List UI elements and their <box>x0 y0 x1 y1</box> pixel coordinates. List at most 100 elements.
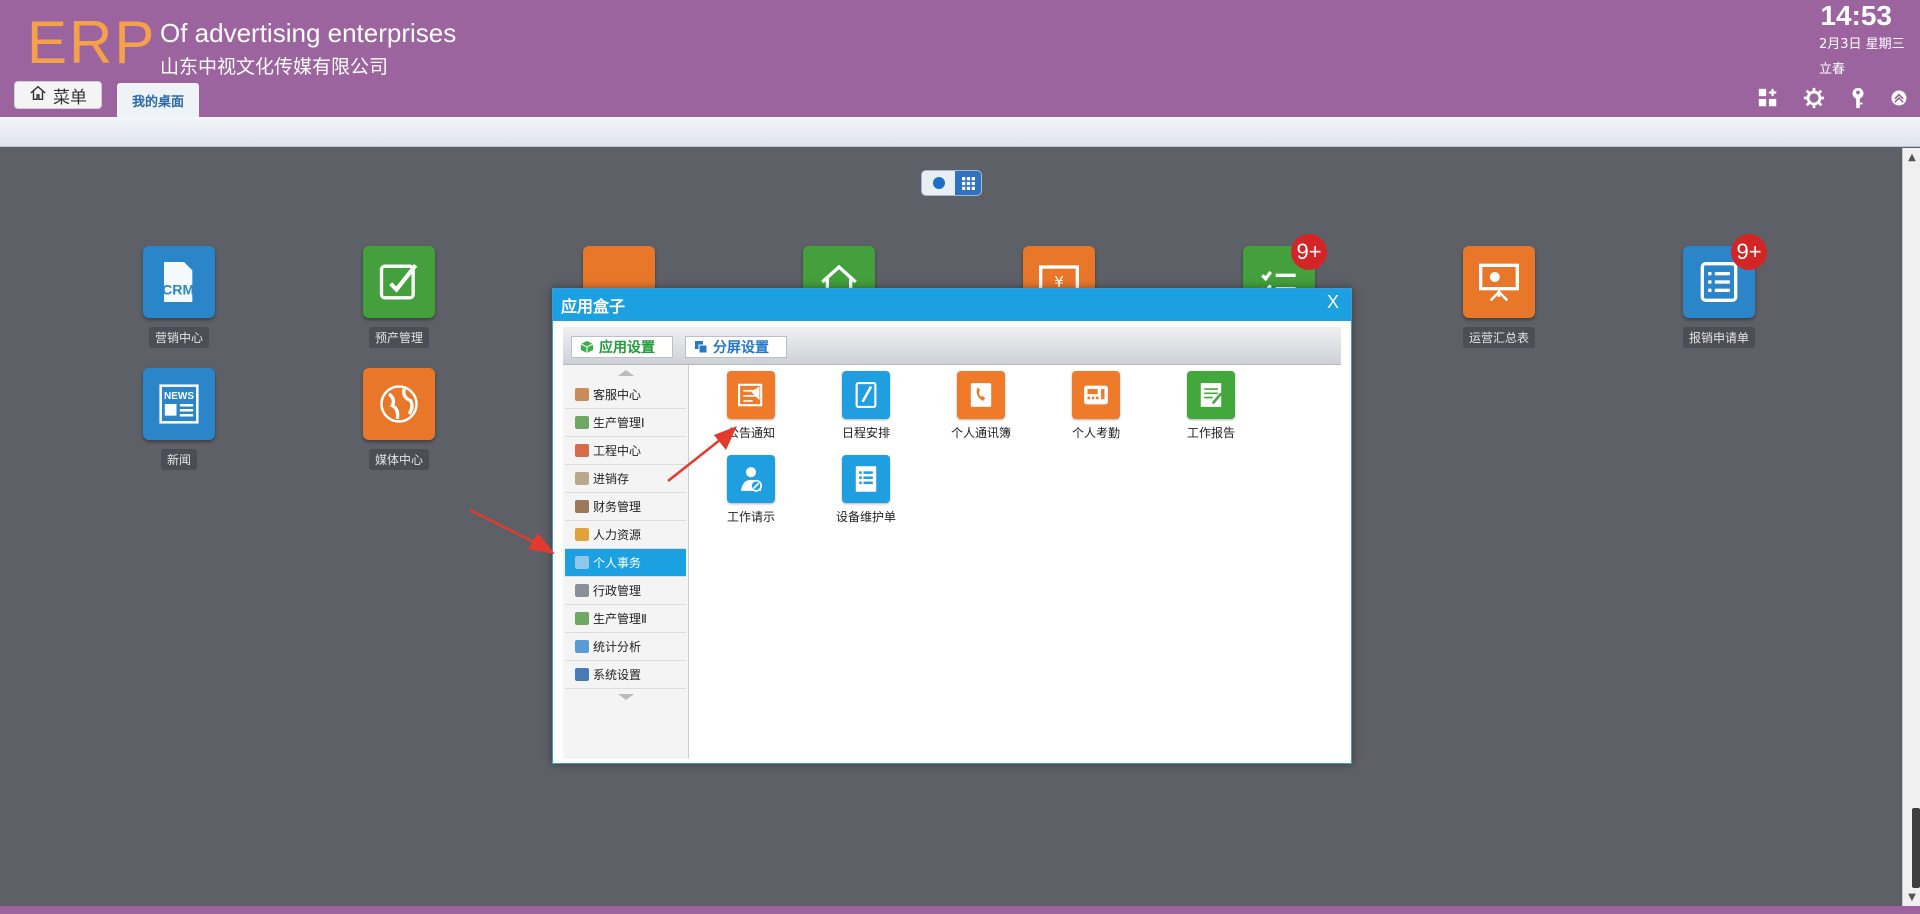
scroll-up-arrow[interactable]: ▲ <box>1903 148 1920 166</box>
arrow-to-category <box>469 508 555 554</box>
admin-icon <box>575 584 589 597</box>
app-work-request[interactable]: 工作请示 <box>701 455 801 525</box>
category-engineering[interactable]: 工程中心 <box>565 437 686 465</box>
scroll-down-arrow[interactable]: ▼ <box>1903 888 1920 906</box>
app-label: 公告通知 <box>726 426 775 440</box>
app-label: 日程安排 <box>841 426 890 440</box>
desktop-app-media[interactable]: 媒体中心 <box>344 368 454 470</box>
tab-split-settings[interactable]: 分屏设置 <box>685 336 787 358</box>
desktop-app-operations-summary[interactable]: 运营汇总表 <box>1444 246 1554 348</box>
app-grid: 公告通知 日程安排 个人通讯簿 个人考勤 工作报告 工作请示 设备维护单 <box>701 371 1341 751</box>
factory-icon <box>575 612 589 625</box>
notification-badge: 9+ <box>1291 234 1327 270</box>
app-label: 工作报告 <box>1186 426 1235 440</box>
desktop-app-reimbursement[interactable]: 9+ 报销申请单 <box>1664 234 1774 348</box>
edit-icon <box>363 246 435 318</box>
key-icon[interactable] <box>1846 86 1870 110</box>
presentation-icon <box>1463 246 1535 318</box>
category-system-settings[interactable]: 系统设置 <box>565 661 686 689</box>
sub-toolbar <box>0 117 1920 147</box>
category-scroll-down[interactable] <box>563 689 688 705</box>
page-scrollbar[interactable]: ▲ ▼ <box>1902 148 1920 906</box>
monitor-icon <box>575 668 589 681</box>
building-icon <box>575 444 589 457</box>
tab-app-settings[interactable]: 应用设置 <box>571 336 673 358</box>
app-label: 报销申请单 <box>1682 327 1755 348</box>
attendance-icon <box>1072 371 1120 419</box>
gear-icon[interactable] <box>1802 86 1826 110</box>
app-label: 预产管理 <box>368 327 429 348</box>
app-equipment-maintenance[interactable]: 设备维护单 <box>816 455 916 525</box>
tab-my-desktop[interactable]: 我的桌面 <box>117 83 199 117</box>
app-work-report[interactable]: 工作报告 <box>1161 371 1261 441</box>
company-name-en: Of advertising enterprises <box>160 18 457 48</box>
desktop-app-news[interactable]: NEWS 新闻 <box>124 368 234 470</box>
app-announcement[interactable]: 公告通知 <box>701 371 801 441</box>
dialog-tabs: 应用设置 分屏设置 <box>563 327 1341 365</box>
app-label: 媒体中心 <box>368 449 429 470</box>
app-label: 新闻 <box>160 449 197 470</box>
app-label: 个人通讯簿 <box>950 426 1011 440</box>
phonebook-icon <box>957 371 1005 419</box>
windows-icon <box>695 341 708 354</box>
notice-icon <box>727 371 775 419</box>
menu-label: 菜单 <box>53 87 87 108</box>
category-statistics[interactable]: 统计分析 <box>565 633 686 661</box>
slide-view-icon[interactable] <box>922 171 955 195</box>
close-button[interactable]: X <box>1327 292 1339 313</box>
app-schedule[interactable]: 日程安排 <box>816 371 916 441</box>
top-header: ERP Of advertising enterprises 山东中视文化传媒有… <box>0 0 1920 117</box>
svg-text:NEWS: NEWS <box>164 391 194 402</box>
bottom-bar <box>0 906 1920 914</box>
category-production-1[interactable]: 生产管理Ⅰ <box>565 409 686 437</box>
crm-icon: CRM <box>143 246 215 318</box>
globe-icon <box>363 368 435 440</box>
person-icon <box>575 388 589 401</box>
category-personal-affairs[interactable]: 个人事务 <box>565 549 686 577</box>
svg-text:CRM: CRM <box>162 283 194 299</box>
clock-time: 14:53 <box>1820 0 1892 31</box>
erp-logo: ERP <box>27 9 157 76</box>
category-inventory[interactable]: 进销存 <box>565 465 686 493</box>
users-icon <box>575 556 589 569</box>
dialog-title: 应用盒子 <box>561 297 626 316</box>
solar-term: 立春 <box>1819 62 1846 77</box>
clock-date: 2月3日 星期三 <box>1819 37 1905 52</box>
desktop-app-preproduction[interactable]: 预产管理 <box>344 246 454 348</box>
checklist-icon <box>842 455 890 503</box>
scroll-thumb[interactable] <box>1912 808 1920 888</box>
app-label: 个人考勤 <box>1071 426 1120 440</box>
app-label: 设备维护单 <box>835 510 896 524</box>
collapse-up-icon[interactable] <box>1887 86 1911 110</box>
app-label: 工作请示 <box>726 510 775 524</box>
category-scroll-up[interactable] <box>563 365 688 381</box>
tab-label: 分屏设置 <box>713 340 769 356</box>
report-icon <box>1187 371 1235 419</box>
company-name-cn: 山东中视文化传媒有限公司 <box>160 56 389 78</box>
grid-view-icon[interactable] <box>955 171 981 195</box>
category-finance[interactable]: 财务管理 <box>565 493 686 521</box>
category-production-2[interactable]: 生产管理Ⅱ <box>565 605 686 633</box>
tab-label: 应用设置 <box>599 340 655 356</box>
view-toggle[interactable] <box>921 170 982 196</box>
add-widget-icon[interactable] <box>1756 86 1780 110</box>
category-hr[interactable]: 人力资源 <box>565 521 686 549</box>
category-administration[interactable]: 行政管理 <box>565 577 686 605</box>
home-icon <box>29 84 47 107</box>
factory-icon <box>575 416 589 429</box>
app-box-dialog: 应用盒子 X 应用设置 分屏设置 客服中心 生产管理Ⅰ 工程中心 进销存 财务管… <box>552 288 1352 764</box>
chart-icon <box>575 640 589 653</box>
news-icon: NEWS <box>143 368 215 440</box>
box-icon <box>575 472 589 485</box>
category-list: 客服中心 生产管理Ⅰ 工程中心 进销存 财务管理 人力资源 个人事务 行政管理 … <box>563 365 689 759</box>
app-attendance[interactable]: 个人考勤 <box>1046 371 1146 441</box>
menu-button[interactable]: 菜单 <box>14 81 102 109</box>
finance-icon <box>575 500 589 513</box>
desktop-app-marketing[interactable]: CRM 营销中心 <box>124 246 234 348</box>
dialog-title-bar: 应用盒子 X <box>553 289 1351 321</box>
category-customer-service[interactable]: 客服中心 <box>565 381 686 409</box>
request-icon <box>727 455 775 503</box>
app-address-book[interactable]: 个人通讯簿 <box>931 371 1031 441</box>
notebook-icon <box>842 371 890 419</box>
people-icon <box>575 528 589 541</box>
